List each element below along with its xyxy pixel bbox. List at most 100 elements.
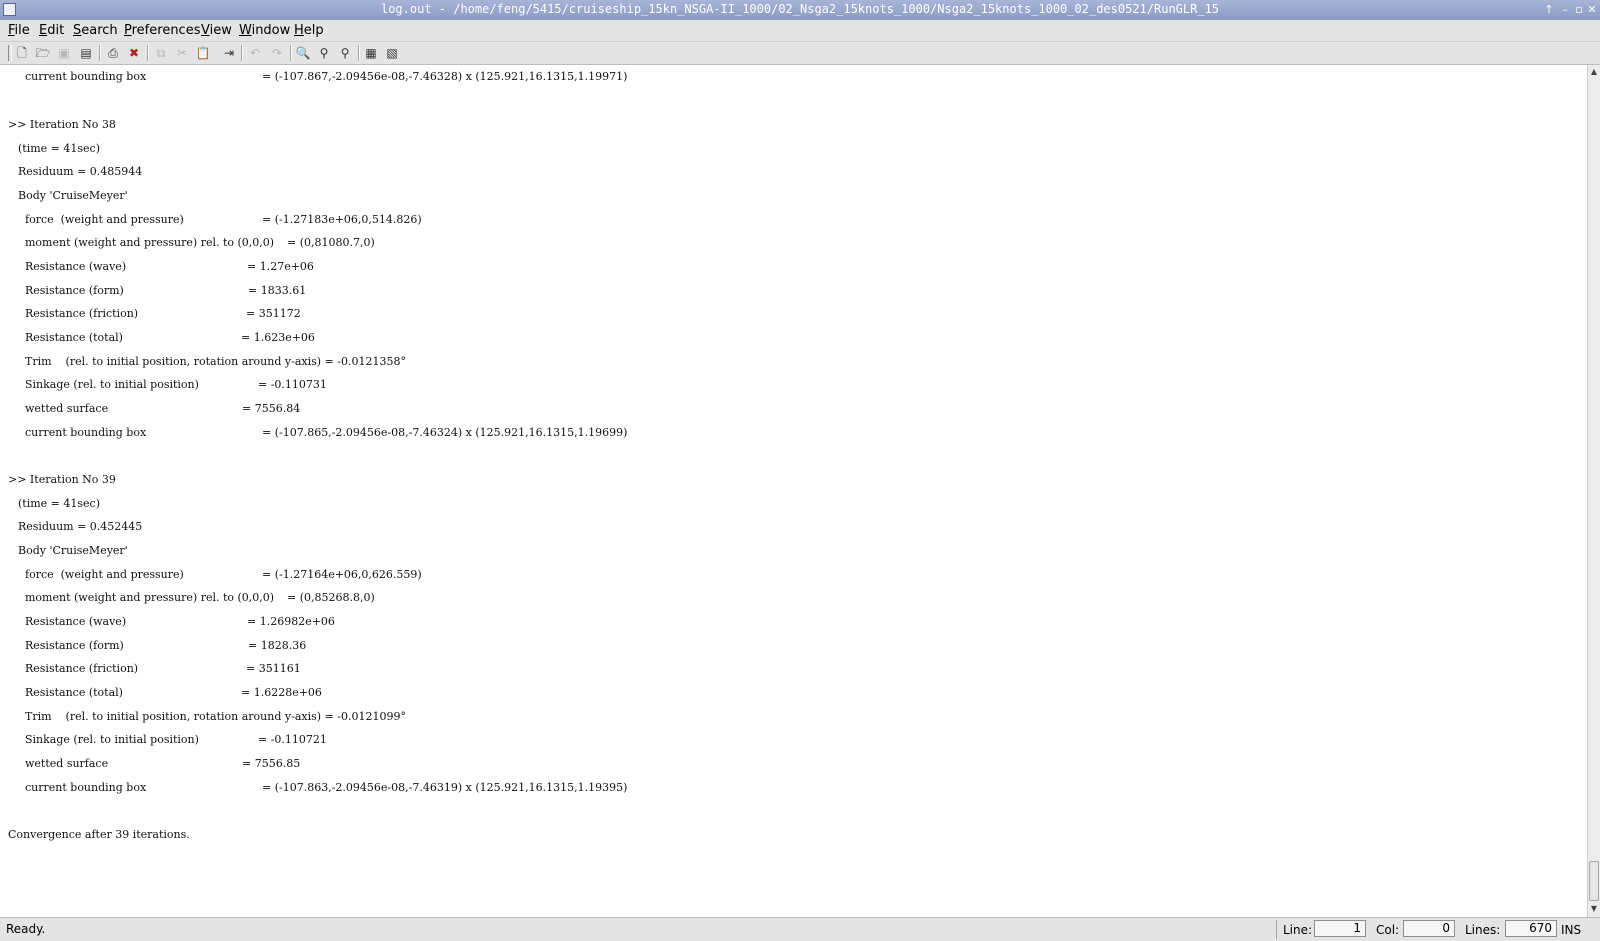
status-message: Ready.: [6, 922, 46, 936]
scrollbar-thumb[interactable]: [1589, 861, 1599, 901]
log-line: moment (weight and pressure) rel. to (0,…: [25, 591, 275, 604]
print-icon[interactable]: ⎙: [104, 44, 122, 62]
col-label: Col:: [1376, 923, 1400, 937]
log-line: = 1.6228e+06: [241, 686, 322, 699]
log-line: = 351161: [246, 662, 301, 675]
shell-icon[interactable]: ▦: [362, 44, 380, 62]
find-next-icon[interactable]: ⚲: [315, 44, 333, 62]
line-field: 1: [1314, 920, 1366, 937]
log-line: = 1833.61: [248, 284, 307, 297]
log-line: Trim (rel. to initial position, rotation…: [25, 710, 406, 723]
menu-edit[interactable]: Edit: [39, 23, 64, 38]
log-line: Body 'CruiseMeyer': [18, 189, 128, 202]
log-line: force (weight and pressure): [25, 568, 184, 581]
log-line: Resistance (total): [25, 686, 123, 699]
log-line: Residuum = 0.485944: [18, 165, 143, 178]
shade-icon[interactable]: ↑: [1541, 2, 1557, 18]
log-line: Resistance (wave): [25, 260, 127, 273]
status-bar: Ready. Line: 1 Col: 0 Lines: 670 INS: [0, 917, 1600, 941]
log-line: Sinkage (rel. to initial position): [25, 378, 199, 391]
log-line: Resistance (form): [25, 639, 124, 652]
cut-icon[interactable]: ✂: [173, 44, 191, 62]
menu-file[interactable]: File: [8, 23, 30, 38]
log-line: current bounding box: [25, 426, 147, 439]
toolbar: 🗋 🗁 ▣ ▤ ⎙ ✖ ⧉ ✂ 📋 ⇥ ↶ ↷ 🔍 ⚲ ⚲ ▦ ▧: [0, 42, 1600, 65]
log-line: = -0.110721: [258, 733, 327, 746]
log-line: = 1.27e+06: [247, 260, 314, 273]
log-line: Resistance (form): [25, 284, 124, 297]
log-line: wetted surface: [25, 402, 109, 415]
log-line: = (-107.863,-2.09456e-08,-7.46319) x (12…: [262, 781, 628, 794]
toolbar-separator: [290, 45, 292, 61]
log-line: = 1.623e+06: [241, 331, 315, 344]
col-field: 0: [1403, 920, 1455, 937]
log-line: current bounding box: [25, 781, 147, 794]
log-line: Sinkage (rel. to initial position): [25, 733, 199, 746]
log-line: current bounding box: [25, 70, 147, 83]
log-line: = 351172: [246, 307, 301, 320]
redo-icon[interactable]: ↷: [268, 44, 286, 62]
vertical-scrollbar[interactable]: ▲ ▼: [1587, 65, 1600, 917]
status-divider: [1276, 920, 1277, 939]
macro-icon[interactable]: ▧: [383, 44, 401, 62]
log-line: Convergence after 39 iterations.: [8, 828, 190, 841]
lines-field: 670: [1505, 920, 1557, 937]
log-line: >> Iteration No 39: [8, 473, 116, 486]
find-prev-icon[interactable]: ⚲: [336, 44, 354, 62]
log-text-area[interactable]: current bounding box = (-107.867,-2.0945…: [0, 65, 1587, 917]
line-label: Line:: [1283, 923, 1313, 937]
log-line: Residuum = 0.452445: [18, 520, 143, 533]
new-file-icon[interactable]: 🗋: [13, 44, 31, 62]
copy-icon[interactable]: ⧉: [152, 44, 170, 62]
log-line: = (-1.27183e+06,0,514.826): [262, 213, 422, 226]
log-line: Resistance (friction): [25, 307, 139, 320]
log-line: = (-1.27164e+06,0,626.559): [262, 568, 422, 581]
goto-icon[interactable]: ⇥: [220, 44, 238, 62]
paste-icon[interactable]: 📋: [194, 44, 212, 62]
close-file-icon[interactable]: ✖: [125, 44, 143, 62]
find-icon[interactable]: 🔍: [294, 44, 312, 62]
log-line: = 7556.85: [242, 757, 301, 770]
log-line: = (-107.865,-2.09456e-08,-7.46324) x (12…: [262, 426, 628, 439]
log-line: Resistance (wave): [25, 615, 127, 628]
log-line: force (weight and pressure): [25, 213, 184, 226]
toolbar-separator: [147, 45, 149, 61]
menu-help[interactable]: Help: [294, 23, 324, 38]
log-line: >> Iteration No 38: [8, 118, 116, 131]
log-line: Resistance (friction): [25, 662, 139, 675]
close-icon[interactable]: ✕: [1584, 2, 1600, 18]
title-bar: log.out - /home/feng/5415/cruiseship_15k…: [0, 0, 1600, 21]
undo-icon[interactable]: ↶: [246, 44, 264, 62]
log-line: Trim (rel. to initial position, rotation…: [25, 355, 406, 368]
menu-view[interactable]: View: [201, 23, 232, 38]
toolbar-separator: [358, 45, 360, 61]
log-line: = 1.26982e+06: [247, 615, 335, 628]
insert-mode-indicator: INS: [1561, 923, 1582, 937]
scroll-up-icon[interactable]: ▲: [1588, 66, 1600, 78]
log-line: (time = 41sec): [18, 497, 100, 510]
log-line: (time = 41sec): [18, 142, 100, 155]
menu-search[interactable]: Search: [73, 23, 118, 38]
log-line: = (0,81080.7,0): [287, 236, 375, 249]
log-line: = 7556.84: [242, 402, 301, 415]
log-line: = (0,85268.8,0): [287, 591, 375, 604]
open-folder-icon[interactable]: 🗁: [34, 44, 52, 62]
lines-label: Lines:: [1465, 923, 1501, 937]
menu-window[interactable]: Window: [239, 23, 290, 38]
window-title: log.out - /home/feng/5415/cruiseship_15k…: [380, 2, 1220, 16]
toolbar-separator: [241, 45, 243, 61]
log-line: moment (weight and pressure) rel. to (0,…: [25, 236, 275, 249]
menu-preferences[interactable]: Preferences: [124, 23, 200, 38]
toolbar-grip[interactable]: [8, 45, 12, 61]
scroll-down-icon[interactable]: ▼: [1588, 903, 1600, 915]
log-line: wetted surface: [25, 757, 109, 770]
log-line: Resistance (total): [25, 331, 123, 344]
save-icon[interactable]: ▣: [55, 44, 73, 62]
log-line: = (-107.867,-2.09456e-08,-7.46328) x (12…: [262, 70, 628, 83]
log-line: Body 'CruiseMeyer': [18, 544, 128, 557]
toolbar-separator: [99, 45, 101, 61]
log-line: = -0.110731: [258, 378, 327, 391]
save-as-icon[interactable]: ▤: [77, 44, 95, 62]
log-line: = 1828.36: [248, 639, 307, 652]
menu-bar: File Edit Search Preferences View Window…: [0, 20, 1600, 42]
